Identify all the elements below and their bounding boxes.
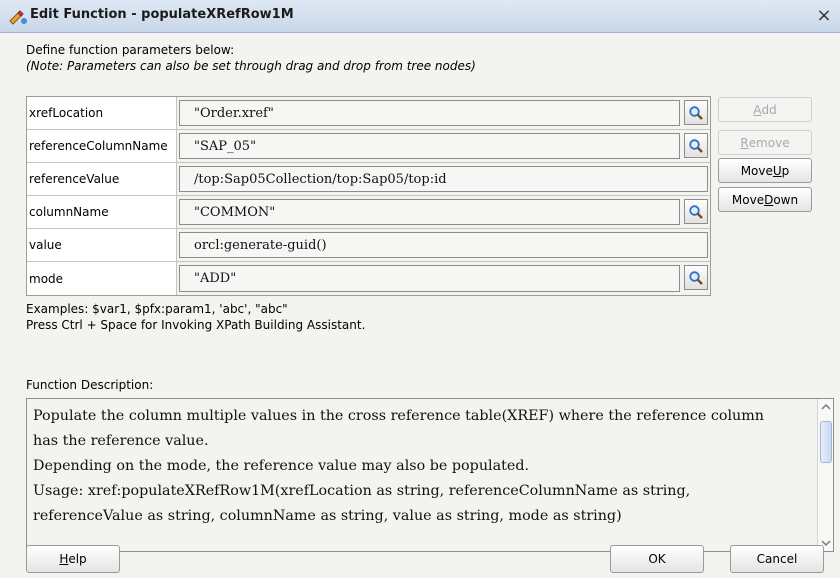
parameters-table: xrefLocation referenceColumnName referen… [26, 96, 711, 296]
edit-function-icon [8, 9, 28, 25]
remove-label-mnemonic: R [740, 135, 749, 150]
description-line: referenceValue as string, columnName as … [33, 508, 622, 524]
param-name: mode [27, 262, 177, 295]
param-value-input[interactable] [179, 199, 680, 225]
param-value-input[interactable] [179, 232, 708, 258]
intro-text: Define function parameters below: (Note:… [26, 42, 476, 74]
move-up-label-post: p [781, 163, 790, 178]
cancel-button[interactable]: Cancel [730, 545, 824, 573]
description-line: has the reference value. [33, 433, 209, 449]
function-description-label: Function Description: [26, 378, 154, 392]
param-row-mode: mode [27, 262, 710, 295]
xpath-hint: Press Ctrl + Space for Invoking XPath Bu… [26, 318, 366, 332]
intro-note: (Note: Parameters can also be set throug… [26, 59, 476, 73]
description-line: Depending on the mode, the reference val… [33, 458, 530, 474]
param-name: referenceValue [27, 163, 177, 195]
param-row-xrefLocation: xrefLocation [27, 97, 710, 130]
param-value-cell [177, 229, 710, 261]
param-value-input[interactable] [179, 265, 680, 292]
close-button[interactable]: × [814, 5, 834, 27]
search-button[interactable] [684, 199, 708, 224]
search-icon [689, 105, 703, 120]
help-label-mnemonic: H [59, 552, 69, 566]
scroll-thumb[interactable] [820, 421, 832, 463]
move-down-label-pre: Move [731, 192, 765, 207]
window-title: Edit Function - populateXRefRow1M [30, 7, 294, 22]
param-row-columnName: columnName [27, 196, 710, 229]
search-icon [689, 204, 703, 219]
move-down-label-mnemonic: D [764, 192, 774, 207]
function-description-box[interactable]: Populate the column multiple values in t… [26, 398, 834, 552]
param-value-cell [177, 97, 710, 129]
move-down-label-post: own [773, 192, 799, 207]
param-name: xrefLocation [27, 97, 177, 129]
param-value-input[interactable] [179, 166, 708, 192]
move-down-button[interactable]: Move Down [718, 187, 812, 212]
remove-label-post: emove [748, 135, 790, 150]
description-scrollbar[interactable] [817, 399, 833, 551]
add-label-post: dd [761, 102, 777, 117]
intro-line: Define function parameters below: [26, 43, 235, 57]
help-button[interactable]: Help [26, 545, 120, 573]
search-icon [689, 138, 703, 153]
param-name: value [27, 229, 177, 261]
param-row-value: value [27, 229, 710, 262]
param-name: referenceColumnName [27, 130, 177, 162]
param-value-cell [177, 262, 710, 295]
param-value-cell [177, 163, 710, 195]
param-value-input[interactable] [179, 133, 680, 159]
examples-text: Examples: $var1, $pfx:param1, 'abc', "ab… [26, 301, 365, 333]
add-button[interactable]: Add [718, 97, 812, 122]
ok-button[interactable]: OK [610, 545, 704, 573]
description-line: Populate the column multiple values in t… [33, 408, 765, 424]
move-up-label-mnemonic: U [772, 163, 782, 178]
search-button[interactable] [684, 133, 708, 158]
add-label-mnemonic: A [753, 102, 762, 117]
function-description-text: Populate the column multiple values in t… [33, 404, 811, 529]
search-button[interactable] [684, 100, 708, 125]
move-up-label-pre: Move [740, 163, 773, 178]
help-label-post: elp [68, 552, 87, 566]
param-row-referenceValue: referenceValue [27, 163, 710, 196]
search-button[interactable] [684, 265, 708, 290]
description-line: Usage: xref:populateXRefRow1M(xrefLocati… [33, 483, 691, 499]
remove-button[interactable]: Remove [718, 130, 812, 155]
scroll-up-icon[interactable] [818, 399, 833, 415]
examples-line: Examples: $var1, $pfx:param1, 'abc', "ab… [26, 302, 288, 316]
param-value-cell [177, 196, 710, 228]
param-value-cell [177, 130, 710, 162]
move-up-button[interactable]: Move Up [718, 158, 812, 183]
search-icon [689, 270, 703, 285]
param-name: columnName [27, 196, 177, 228]
param-value-input[interactable] [179, 100, 680, 126]
title-bar: Edit Function - populateXRefRow1M × [0, 0, 840, 33]
param-row-referenceColumnName: referenceColumnName [27, 130, 710, 163]
